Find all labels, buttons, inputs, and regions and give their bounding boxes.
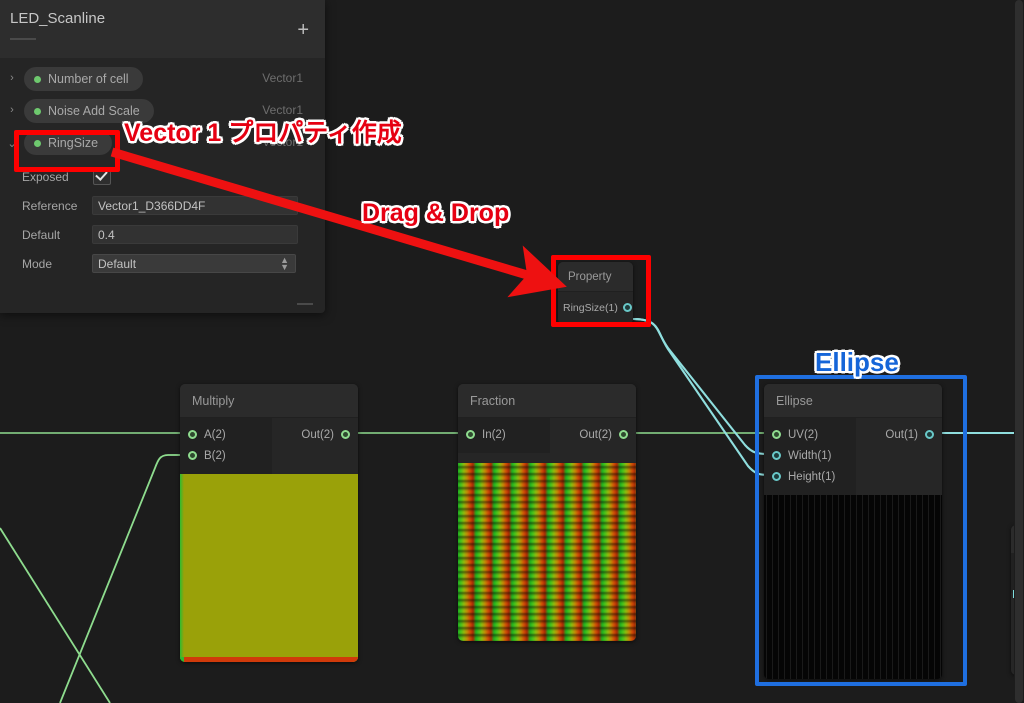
property-type: Vector1 <box>262 71 303 85</box>
blackboard-property-row[interactable]: › Number of cell Vector1 <box>0 65 325 94</box>
node-outputs: Out(2) <box>272 418 358 474</box>
port-row[interactable]: Out(2) <box>550 424 636 445</box>
annotation-drag-drop: Drag & Drop <box>362 199 510 227</box>
property-color-dot-icon <box>34 75 41 83</box>
node-outputs: Out(1) <box>856 418 942 495</box>
blackboard-property-row-ringsize[interactable]: ⌄ RingSize Vector1 <box>0 129 325 158</box>
port-dot-icon[interactable] <box>925 430 934 439</box>
mode-select[interactable]: Default ▲ ▼ <box>92 254 296 273</box>
blackboard-panel[interactable]: LED_Scanline + › Number of cell Vector1 … <box>0 0 325 313</box>
port-label: In(2) <box>482 428 506 441</box>
port-row[interactable]: Width(1) <box>764 445 856 466</box>
field-label: Exposed <box>22 170 69 184</box>
node-property[interactable]: Property RingSize(1) <box>558 262 633 324</box>
field-label: Reference <box>22 199 78 213</box>
port-row[interactable]: Out(1) <box>856 424 942 445</box>
graph-canvas[interactable]: Multiply A(2) B(2) Out(2) Fraction In(2)… <box>0 0 1024 703</box>
field-exposed: Exposed <box>0 164 325 193</box>
node-inputs: In(2) <box>458 418 550 453</box>
port-row[interactable]: In(2) <box>458 424 550 445</box>
port-label: Width(1) <box>788 449 832 462</box>
property-chip[interactable]: Noise Add Scale <box>24 99 154 123</box>
exposed-checkbox[interactable] <box>93 167 111 185</box>
field-label: Default <box>22 228 61 242</box>
node-title: Ellipse <box>764 384 942 418</box>
port-row[interactable]: Height(1) <box>764 466 856 487</box>
annotation-ellipse: Ellipse <box>815 347 899 377</box>
node-preview-ellipse <box>764 495 942 679</box>
port-row[interactable]: A(2) <box>180 424 272 445</box>
port-dot-icon[interactable] <box>622 303 632 312</box>
port-dot-icon[interactable] <box>188 430 197 439</box>
port-dot-icon[interactable] <box>341 430 350 439</box>
port-row[interactable]: Out(2) <box>272 424 358 445</box>
node-multiply[interactable]: Multiply A(2) B(2) Out(2) <box>180 384 358 662</box>
field-label: Mode <box>22 257 53 271</box>
port-label: Out(2) <box>301 428 334 441</box>
node-title: Property <box>558 262 633 292</box>
port-dot-icon[interactable] <box>466 430 475 439</box>
add-property-button[interactable]: + <box>297 20 309 40</box>
property-chip[interactable]: RingSize <box>24 131 113 155</box>
property-color-dot-icon <box>34 139 41 147</box>
chevron-updown-icon[interactable]: ▲ ▼ <box>280 256 289 272</box>
blackboard-property-row[interactable]: › Noise Add Scale Vector1 <box>0 97 325 126</box>
port-dot-icon[interactable] <box>619 430 628 439</box>
mode-selected-value: Default <box>98 257 137 271</box>
port-row[interactable]: RingSize(1) <box>558 297 633 318</box>
node-inputs: UV(2) Width(1) Height(1) <box>764 418 856 495</box>
reference-input[interactable]: Vector1_D366DD4F <box>92 196 298 215</box>
node-inputs: A(2) B(2) <box>180 418 272 474</box>
subtitle-placeholder <box>10 38 36 40</box>
default-value-input[interactable]: 0.4 <box>92 225 298 244</box>
port-row[interactable]: B(2) <box>180 445 272 466</box>
resize-handle[interactable] <box>297 303 313 305</box>
property-name: RingSize <box>48 136 99 150</box>
graph-title: LED_Scanline <box>10 10 106 27</box>
chevron-right-icon[interactable]: › <box>7 104 17 116</box>
node-outputs: Out(2) <box>550 418 636 453</box>
field-default: Default 0.4 <box>0 222 325 251</box>
node-preview-multiply <box>180 474 358 662</box>
node-fraction[interactable]: Fraction In(2) Out(2) <box>458 384 636 641</box>
port-label: UV(2) <box>788 428 819 441</box>
scrollbar-thumb[interactable] <box>1015 0 1023 703</box>
node-title: Multiply <box>180 384 358 418</box>
port-dot-icon[interactable] <box>188 451 197 460</box>
port-label: Out(1) <box>885 428 918 441</box>
port-dot-icon[interactable] <box>772 472 781 481</box>
property-type: Vector1 <box>262 103 303 117</box>
chevron-right-icon[interactable]: › <box>7 72 17 84</box>
chevron-down-icon[interactable]: ⌄ <box>7 137 17 150</box>
port-row[interactable]: UV(2) <box>764 424 856 445</box>
port-label: Height(1) <box>788 470 836 483</box>
port-label: B(2) <box>204 449 226 462</box>
property-type: Vector1 <box>262 135 303 149</box>
property-name: Noise Add Scale <box>48 104 140 118</box>
property-color-dot-icon <box>34 107 41 115</box>
port-label: RingSize(1) <box>563 301 618 314</box>
field-reference: Reference Vector1_D366DD4F <box>0 193 325 222</box>
port-dot-icon[interactable] <box>772 430 781 439</box>
blackboard-header: LED_Scanline + <box>0 0 325 58</box>
port-label: Out(2) <box>579 428 612 441</box>
node-outputs: RingSize(1) <box>558 292 633 324</box>
node-title: Fraction <box>458 384 636 418</box>
node-ellipse[interactable]: Ellipse UV(2) Width(1) Height(1) Out(1) <box>764 384 942 679</box>
vertical-scrollbar[interactable] <box>1014 0 1024 703</box>
port-dot-icon[interactable] <box>772 451 781 460</box>
node-preview-fraction <box>458 463 636 641</box>
field-mode: Mode Default ▲ ▼ <box>0 251 325 280</box>
port-label: A(2) <box>204 428 226 441</box>
property-name: Number of cell <box>48 72 129 86</box>
property-chip[interactable]: Number of cell <box>24 67 143 91</box>
